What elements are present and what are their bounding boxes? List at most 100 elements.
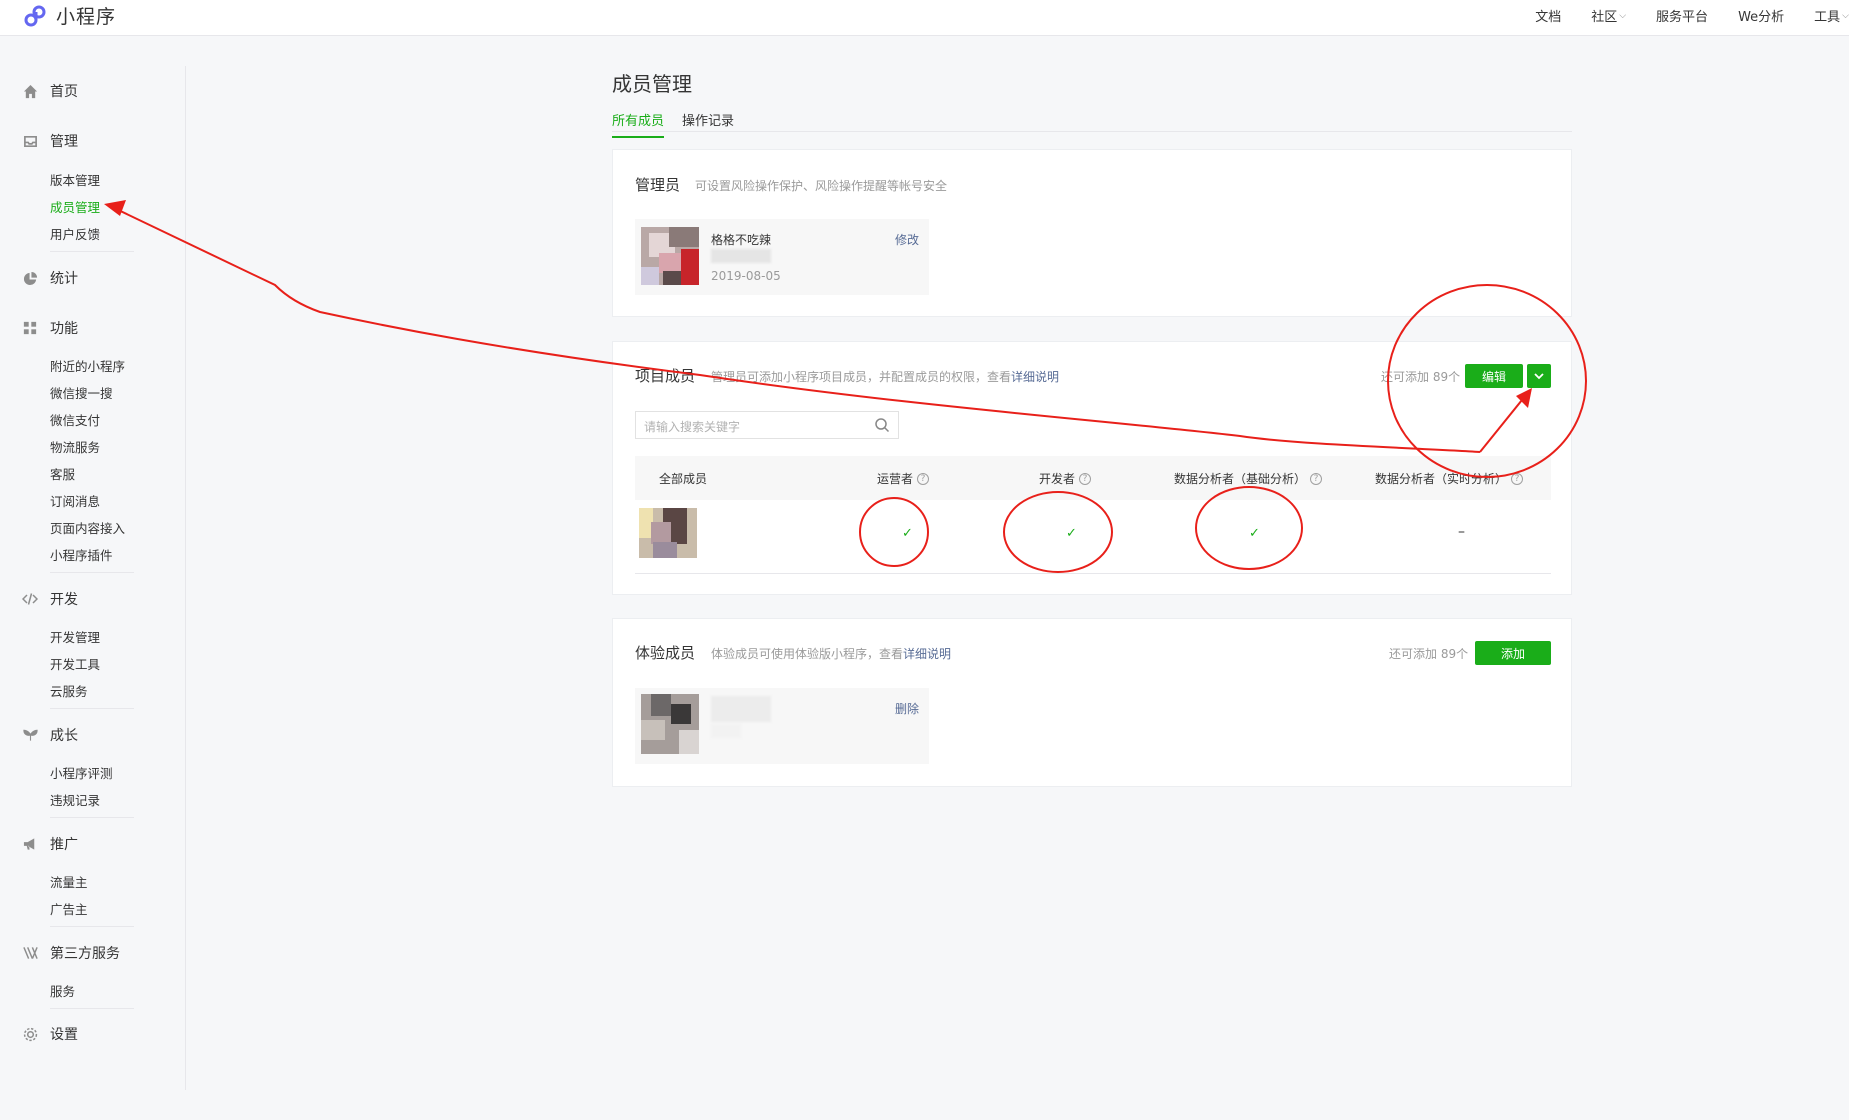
col-developer-label: 开发者 [1039, 472, 1076, 486]
experience-desc-text: 体验成员可使用体验版小程序，查看 [711, 647, 904, 661]
avatar [641, 227, 699, 285]
sidebar-item-nearby[interactable]: 附近的小程序 [50, 356, 125, 375]
col-analyst-basic-label: 数据分析者（基础分析） [1174, 472, 1307, 486]
sidebar-item-subscribe[interactable]: 订阅消息 [50, 491, 100, 510]
inbox-icon [22, 133, 38, 149]
logo[interactable]: 小程序 [22, 2, 116, 29]
sidebar-item-feedback[interactable]: 用户反馈 [50, 224, 100, 243]
sidebar-item-evaluation[interactable]: 小程序评测 [50, 763, 113, 782]
topnav-docs-label: 文档 [1535, 10, 1562, 25]
sprout-icon [22, 727, 38, 743]
delete-link[interactable]: 删除 [895, 700, 919, 717]
topnav-community[interactable]: 社区 ⌵ [1591, 6, 1626, 25]
project-detail-link[interactable]: 详细说明 [1011, 370, 1059, 384]
experience-member-card: 删除 [635, 688, 929, 764]
tab-operation-log[interactable]: 操作记录 [682, 110, 734, 138]
sidebar-item-search[interactable]: 微信搜一搜 [50, 383, 113, 402]
tab-all-members[interactable]: 所有成员 [612, 110, 665, 138]
help-icon[interactable]: ? [1511, 472, 1524, 485]
megaphone-icon [22, 836, 38, 852]
help-icon[interactable]: ? [1310, 472, 1323, 485]
topnav-docs[interactable]: 文档 [1535, 6, 1561, 25]
sidebar-divider [50, 251, 134, 252]
mini-program-logo-icon [24, 5, 46, 26]
experience-members-card: 体验成员 体验成员可使用体验版小程序，查看详细说明 还可添加 89个 添加 删除 [612, 618, 1572, 787]
third-party-icon [22, 945, 38, 961]
sidebar-item-page-content[interactable]: 页面内容接入 [50, 518, 125, 537]
admin-card: 管理员 可设置风险操作保护、风险操作提醒等帐号安全 格格不吃辣 2019-08-… [612, 149, 1572, 317]
add-button[interactable]: 添加 [1475, 641, 1551, 665]
sidebar-item-label: 设置 [50, 1027, 78, 1043]
sidebar-item-pay[interactable]: 微信支付 [50, 410, 100, 429]
sidebar-item-logistics[interactable]: 物流服务 [50, 437, 100, 456]
admin-name: 格格不吃辣 [711, 233, 772, 247]
sidebar-item-violations[interactable]: 违规记录 [50, 790, 100, 809]
analyst-realtime-value: – [1458, 524, 1465, 540]
col-analyst-realtime-label: 数据分析者（实时分析） [1375, 472, 1508, 486]
sidebar-divider [50, 926, 134, 927]
sidebar [0, 66, 186, 1090]
col-analyst-basic: 数据分析者（基础分析）? [1174, 470, 1323, 487]
experience-title: 体验成员 [635, 644, 696, 662]
experience-desc: 体验成员可使用体验版小程序，查看详细说明 [711, 645, 951, 662]
analyst-basic-check-icon: ✓ [1249, 526, 1260, 541]
redacted-id [711, 249, 771, 263]
home-icon [22, 83, 38, 99]
gear-icon [22, 1026, 38, 1042]
col-analyst-realtime: 数据分析者（实时分析）? [1375, 470, 1524, 487]
sidebar-item-members[interactable]: 成员管理 [50, 197, 100, 216]
app-name: 小程序 [56, 6, 117, 28]
edit-dropdown-button[interactable] [1527, 364, 1551, 388]
chevron-down-icon: ⌵ [1619, 10, 1627, 21]
redacted-name [711, 696, 771, 722]
sidebar-item-cloud[interactable]: 云服务 [50, 681, 88, 700]
redacted-id [711, 724, 741, 738]
members-table-header: 全部成员 运营者? 开发者? 数据分析者（基础分析）? 数据分析者（实时分析）? [635, 456, 1551, 500]
project-desc-text: 管理员可添加小程序项目成员，并配置成员的权限，查看 [711, 370, 1012, 384]
search-input[interactable]: 请输入搜索关键字 [635, 411, 899, 439]
page-title: 成员管理 [612, 72, 692, 96]
help-icon[interactable]: ? [1079, 472, 1092, 485]
topnav-community-label: 社区 [1591, 10, 1618, 25]
sidebar-item-services[interactable]: 服务 [50, 981, 75, 1000]
grid-icon [22, 320, 38, 336]
topnav-we-analysis[interactable]: We分析 [1738, 6, 1784, 25]
sidebar-item-label: 开发 [50, 592, 78, 608]
search-placeholder: 请输入搜索关键字 [644, 420, 741, 434]
topnav-service-label: 服务平台 [1656, 10, 1709, 25]
sidebar-item-plugins[interactable]: 小程序插件 [50, 545, 113, 564]
sidebar-item-label: 管理 [50, 134, 78, 150]
sidebar-item-label: 功能 [50, 321, 78, 337]
pie-chart-icon [22, 270, 38, 286]
code-icon [22, 591, 38, 607]
help-icon[interactable]: ? [917, 472, 930, 485]
sidebar-item-version[interactable]: 版本管理 [50, 170, 100, 189]
sidebar-item-label: 首页 [50, 84, 78, 100]
table-row: ✓ ✓ ✓ – [635, 500, 1551, 574]
sidebar-item-dev-tools[interactable]: 开发工具 [50, 654, 100, 673]
topnav-tools[interactable]: 工具 ⌵ [1814, 6, 1849, 25]
admin-date: 2019-08-05 [711, 269, 781, 283]
col-all-members-label: 全部成员 [659, 472, 708, 486]
topnav-service-platform[interactable]: 服务平台 [1656, 6, 1708, 25]
sidebar-divider [50, 817, 134, 818]
sidebar-divider [50, 708, 134, 709]
chevron-down-icon [1534, 372, 1544, 379]
experience-detail-link[interactable]: 详细说明 [903, 647, 951, 661]
admin-title: 管理员 [635, 176, 681, 194]
experience-remain-count: 还可添加 89个 [1389, 647, 1469, 661]
tab-bar: 所有成员 操作记录 [612, 110, 734, 138]
edit-button[interactable]: 编辑 [1465, 364, 1523, 388]
sidebar-item-label: 第三方服务 [50, 946, 120, 962]
modify-link[interactable]: 修改 [895, 231, 919, 248]
col-developer: 开发者? [1039, 470, 1092, 487]
sidebar-divider [50, 572, 134, 573]
sidebar-item-dev-manage[interactable]: 开发管理 [50, 627, 100, 646]
tabs-divider [612, 131, 1572, 132]
search-icon[interactable] [874, 417, 890, 433]
avatar [641, 694, 699, 754]
sidebar-item-publisher[interactable]: 流量主 [50, 872, 88, 891]
sidebar-item-service[interactable]: 客服 [50, 464, 75, 483]
col-all-members[interactable]: 全部成员 [659, 470, 707, 487]
sidebar-item-advertiser[interactable]: 广告主 [50, 899, 88, 918]
